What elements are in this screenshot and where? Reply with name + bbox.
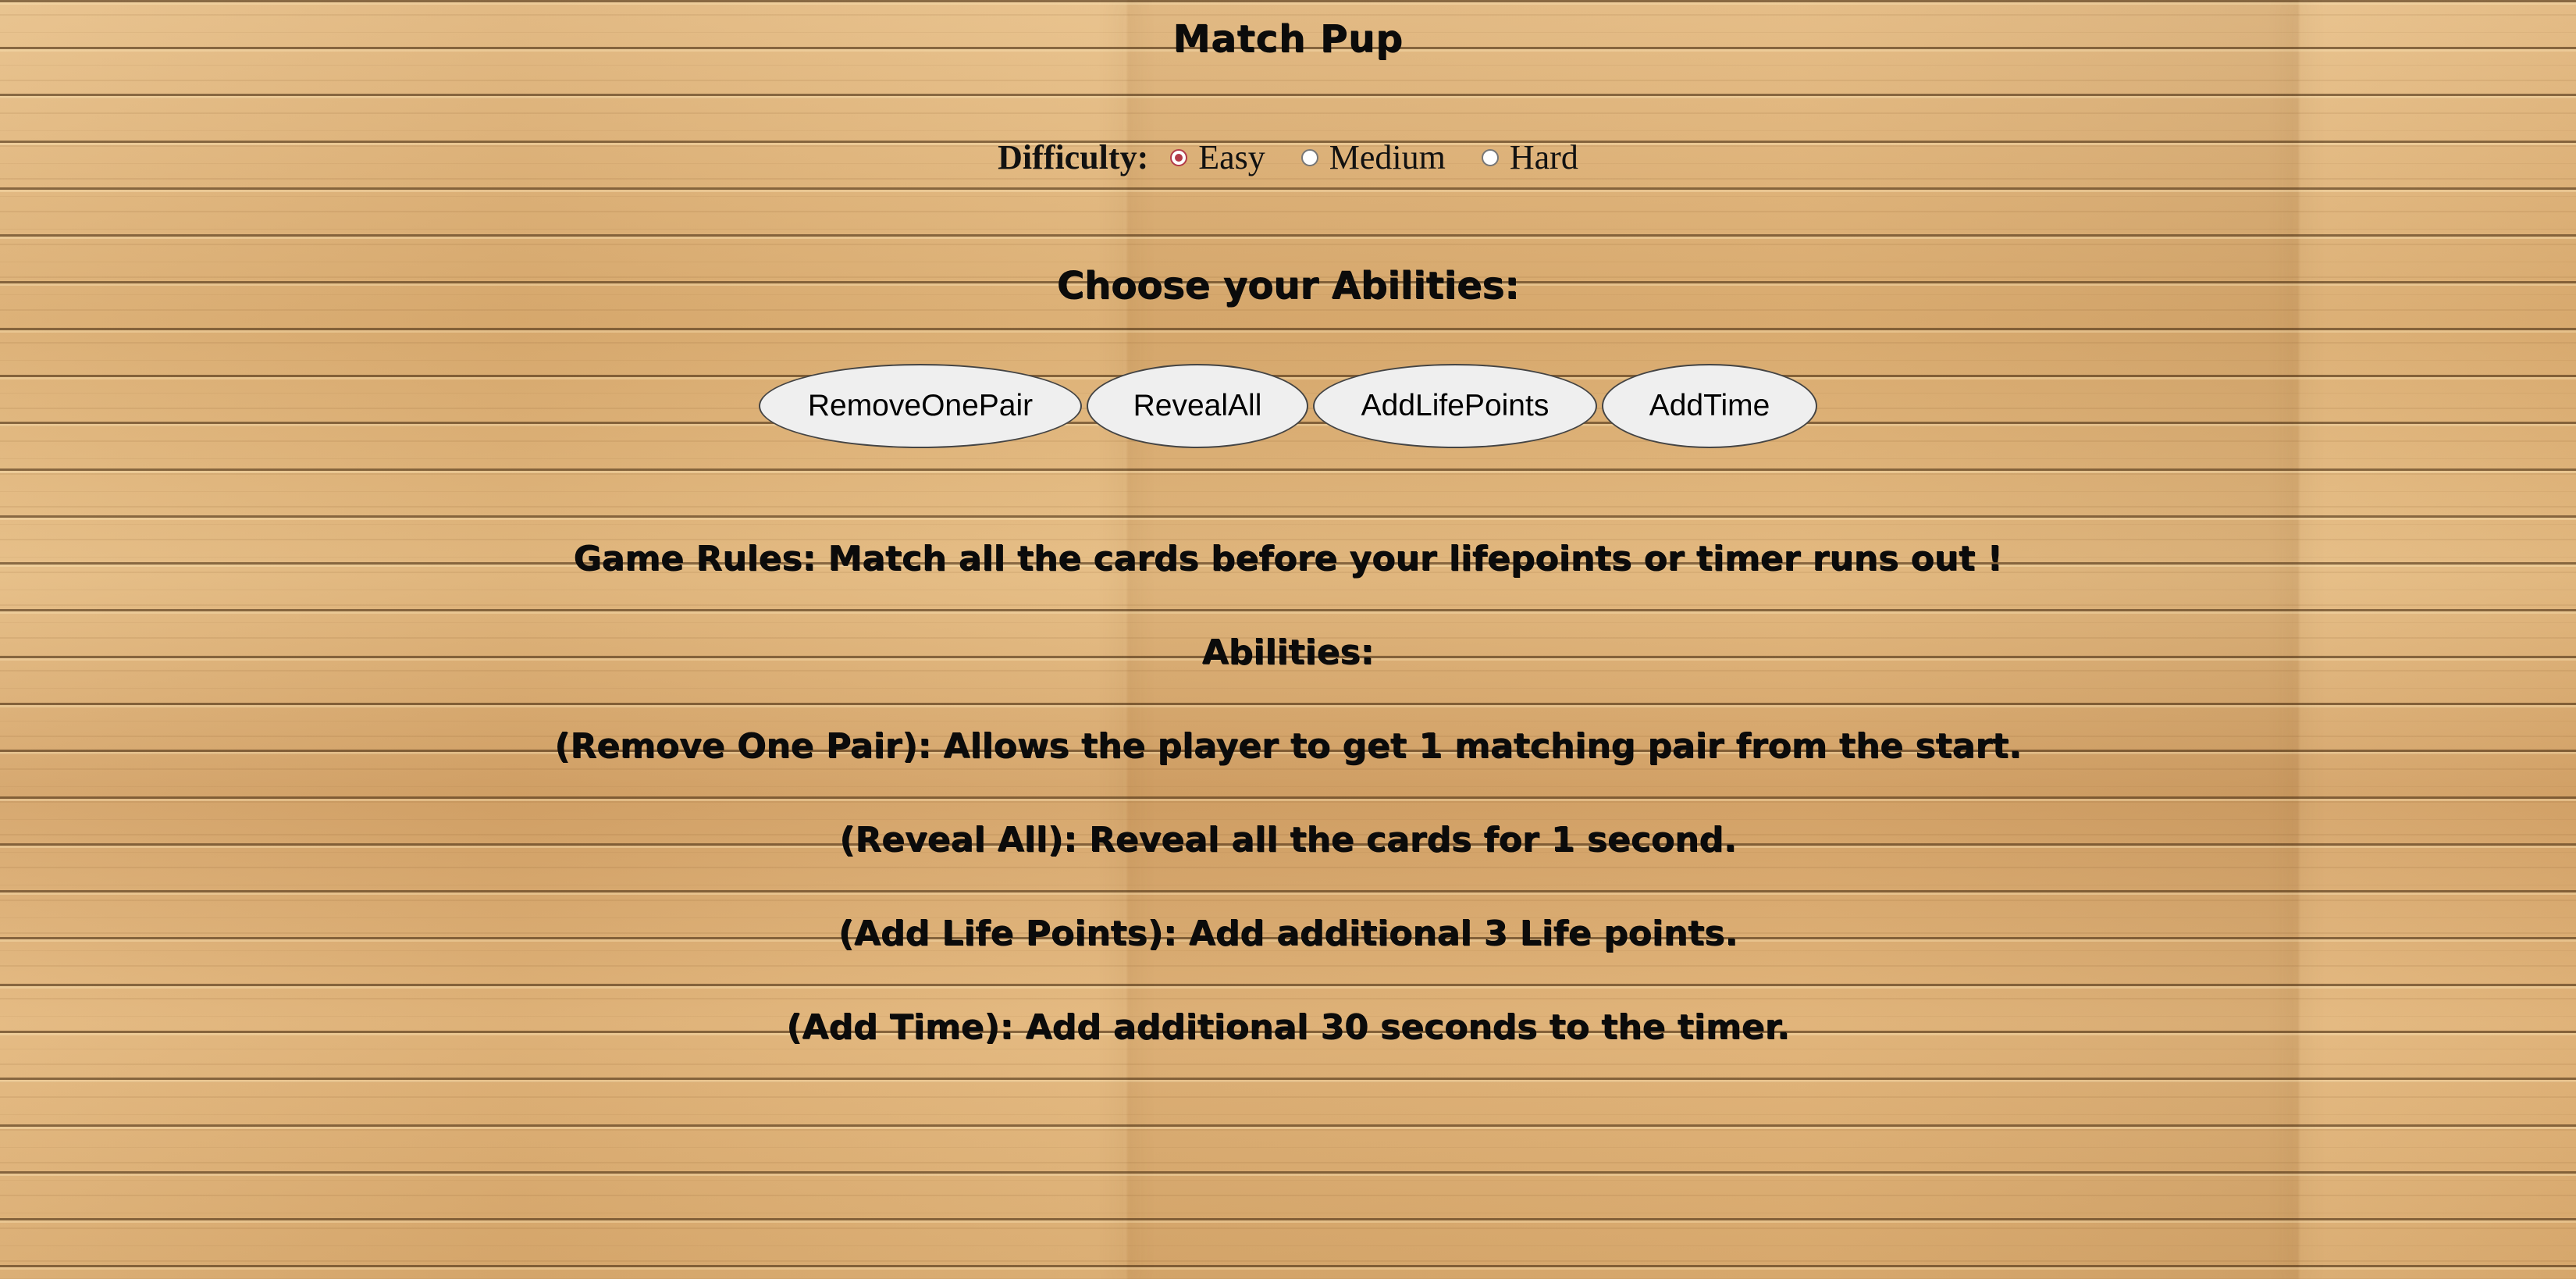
ability-button-group: RemoveOnePair RevealAll AddLifePoints Ad… [0,364,2576,448]
page-title: Match Pup [1172,17,1404,61]
abilities-title: Abilities: [1201,632,1375,672]
game-rules-text: Game Rules: Match all the cards before y… [573,539,2003,579]
add-time-description: (Add Time): Add additional 30 seconds to… [786,1007,1790,1047]
reveal-all-description: (Reveal All): Reveal all the cards for 1… [839,820,1737,860]
rules-section: Game Rules: Match all the cards before y… [0,536,2576,1098]
reveal-all-button[interactable]: RevealAll [1087,364,1308,448]
difficulty-option-hard[interactable]: Hard [1481,137,1578,177]
main-content: Match Pup Difficulty: Easy Medium Hard C… [0,0,2576,1279]
hard-radio[interactable] [1481,148,1499,166]
add-life-points-description: (Add Life Points): Add additional 3 Life… [838,914,1738,953]
medium-radio[interactable] [1300,148,1318,166]
difficulty-label: Difficulty: [998,138,1149,176]
difficulty-option-label: Hard [1509,138,1578,176]
remove-one-pair-button[interactable]: RemoveOnePair [759,364,1082,448]
difficulty-option-label: Medium [1329,138,1446,176]
difficulty-selector: Difficulty: Easy Medium Hard [0,137,2576,177]
difficulty-option-label: Easy [1198,138,1265,176]
easy-radio[interactable] [1170,148,1188,166]
difficulty-option-medium[interactable]: Medium [1300,137,1446,177]
add-life-points-button[interactable]: AddLifePoints [1313,364,1597,448]
add-time-button[interactable]: AddTime [1602,364,1817,448]
difficulty-option-easy[interactable]: Easy [1170,137,1265,177]
abilities-heading: Choose your Abilities: [1056,264,1520,308]
remove-one-pair-description: (Remove One Pair): Allows the player to … [554,726,2022,766]
